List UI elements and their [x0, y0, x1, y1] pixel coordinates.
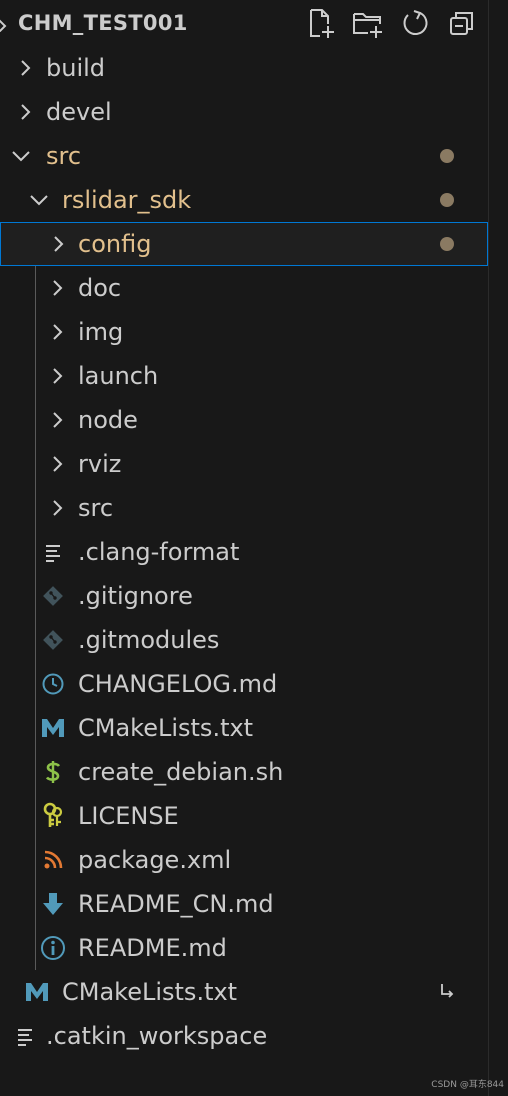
chevron-right-icon: [54, 236, 64, 252]
tree-item-clang-format[interactable]: .clang-format: [0, 530, 488, 574]
tree-item-config[interactable]: config: [0, 222, 488, 266]
chevron-down-icon[interactable]: [0, 14, 10, 32]
tree-item-package-xml[interactable]: package.xml: [0, 838, 488, 882]
tree-item-label: CMakeLists.txt: [62, 978, 238, 1006]
cmake-m-icon: [40, 715, 66, 741]
git-icon: [40, 627, 66, 653]
chevron-right-icon: [21, 60, 31, 76]
new-folder-button[interactable]: [349, 7, 386, 39]
scrollbar-track[interactable]: [488, 0, 508, 1096]
chevron-right-icon: [53, 280, 63, 296]
modified-dot: [440, 237, 454, 251]
dollar-icon: [40, 759, 66, 785]
tree-item-cmakelists[interactable]: CMakeLists.txt: [0, 706, 488, 750]
tree-item-gitmodules[interactable]: .gitmodules: [0, 618, 488, 662]
tree-item-label: config: [78, 230, 152, 258]
chevron-right-icon: [53, 412, 63, 428]
tree-item-label: launch: [78, 362, 159, 390]
chevron-down-icon: [30, 195, 48, 206]
tree-item-readme[interactable]: README.md: [0, 926, 488, 970]
tree-item-img[interactable]: img: [0, 310, 488, 354]
tree-item-label: .gitignore: [78, 582, 193, 610]
chevron-right-icon: [53, 324, 63, 340]
tree-item-label: package.xml: [78, 846, 232, 874]
new-file-icon: [309, 9, 334, 38]
tree-item-cmakelists-root[interactable]: CMakeLists.txt: [0, 970, 488, 1014]
refresh-icon: [403, 10, 427, 36]
tree-item-label: CHANGELOG.md: [78, 670, 278, 698]
collapse-all-button[interactable]: [443, 7, 480, 39]
lines-icon: [12, 1023, 38, 1049]
download-arrow-icon: [40, 891, 66, 917]
tree-item-label: .gitmodules: [78, 626, 220, 654]
tree-item-label: CMakeLists.txt: [78, 714, 254, 742]
chevron-right-icon: [21, 104, 31, 120]
new-folder-icon: [352, 13, 382, 38]
file-explorer-panel: CHM_TEST001 build devel src rslidar_sdk …: [0, 0, 488, 1096]
chevron-down-icon: [12, 151, 30, 162]
workspace-title[interactable]: CHM_TEST001: [18, 11, 188, 35]
tree-item-label: build: [46, 54, 106, 82]
info-icon: [40, 935, 66, 961]
tree-item-label: src: [78, 494, 114, 522]
tree-item-label: src: [46, 142, 82, 170]
refresh-button[interactable]: [396, 7, 433, 39]
tree-item-changelog[interactable]: CHANGELOG.md: [0, 662, 488, 706]
tree-item-rviz[interactable]: rviz: [0, 442, 488, 486]
tree-item-label: devel: [46, 98, 112, 126]
tree-item-node[interactable]: node: [0, 398, 488, 442]
chevron-right-icon: [53, 368, 63, 384]
cmake-m-icon: [24, 979, 50, 1005]
chevron-right-icon: [53, 500, 63, 516]
git-icon: [40, 583, 66, 609]
tree-item-label: rslidar_sdk: [62, 186, 192, 214]
tree-item-launch[interactable]: launch: [0, 354, 488, 398]
tree-item-license[interactable]: LICENSE: [0, 794, 488, 838]
tree-item-devel[interactable]: devel: [0, 90, 488, 134]
symlink-arrow-icon: [441, 984, 454, 998]
tree-item-label: .catkin_workspace: [46, 1022, 268, 1050]
tree-item-src[interactable]: src: [0, 134, 488, 178]
key-icon: [40, 802, 66, 829]
new-file-button[interactable]: [302, 7, 339, 39]
tree-item-src-inner[interactable]: src: [0, 486, 488, 530]
tree-item-doc[interactable]: doc: [0, 266, 488, 310]
tree-item-label: node: [78, 406, 138, 434]
chevron-right-icon: [53, 456, 63, 472]
clock-icon: [40, 671, 66, 697]
tree-item-label: README_CN.md: [78, 890, 274, 918]
tree-item-label: doc: [78, 274, 122, 302]
modified-dot: [440, 149, 454, 163]
tree-item-catkin-workspace[interactable]: .catkin_workspace: [0, 1014, 488, 1058]
collapse-all-icon: [449, 12, 473, 35]
explorer-actions: [302, 7, 480, 39]
tree-item-label: README.md: [78, 934, 227, 962]
modified-dot: [440, 193, 454, 207]
watermark: CSDN @耳东844: [431, 1080, 504, 1090]
tree-item-label: create_debian.sh: [78, 758, 284, 786]
tree-item-gitignore[interactable]: .gitignore: [0, 574, 488, 618]
tree-item-label: rviz: [78, 450, 122, 478]
tree-item-label: .clang-format: [78, 538, 240, 566]
rss-icon: [40, 847, 66, 873]
lines-icon: [40, 539, 66, 565]
explorer-header: CHM_TEST001: [0, 0, 488, 46]
tree-item-readme-cn[interactable]: README_CN.md: [0, 882, 488, 926]
tree-item-label: img: [78, 318, 124, 346]
tree-item-label: LICENSE: [78, 802, 179, 830]
tree-item-create-debian[interactable]: create_debian.sh: [0, 750, 488, 794]
tree-item-build[interactable]: build: [0, 46, 488, 90]
tree-item-rslidar-sdk[interactable]: rslidar_sdk: [0, 178, 488, 222]
